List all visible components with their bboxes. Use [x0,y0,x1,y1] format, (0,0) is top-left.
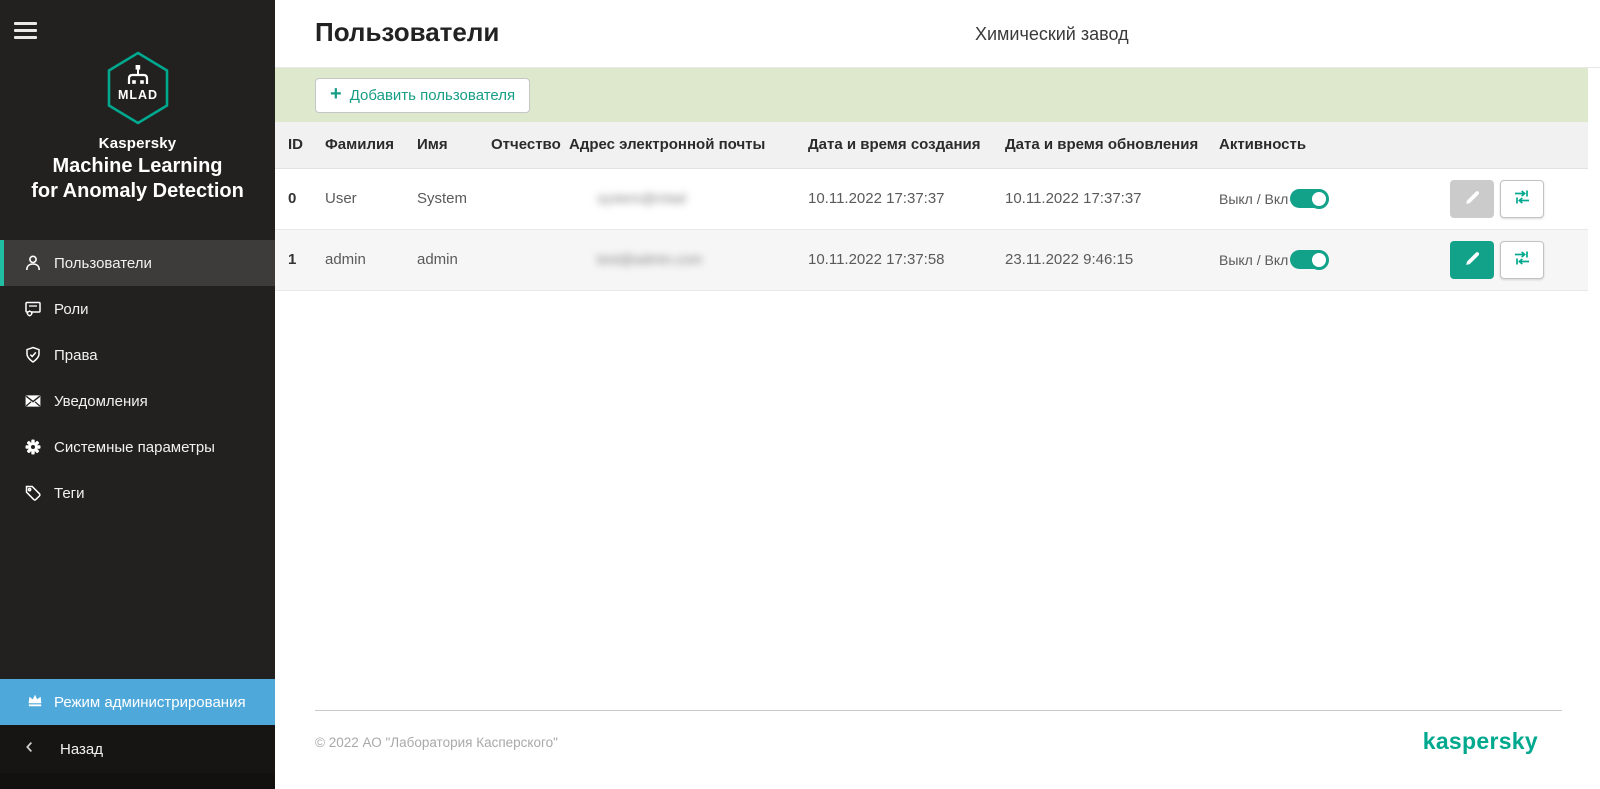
col-first-name: Имя [417,122,491,168]
plus-icon: + [330,84,342,104]
col-created: Дата и время создания [808,122,1005,168]
sidebar-item-label: Пользователи [54,255,152,272]
table-row: 0 User System system@mlad 10.11.2022 17:… [275,168,1588,229]
kaspersky-logo: kaspersky [1423,728,1538,755]
toolbar: + Добавить пользователя [275,68,1588,122]
cell-activity: Выкл / Вкл [1219,168,1367,229]
app-window: MLAD Kaspersky Machine Learning for Anom… [0,0,1600,789]
tag-icon [24,484,42,502]
cell-last-name: User [325,168,417,229]
back-label: Назад [60,741,103,758]
sidebar-item-system-settings[interactable]: Системные параметры [0,424,275,470]
sidebar-item-rights[interactable]: Права [0,332,275,378]
col-last-name: Фамилия [325,122,417,168]
cell-created: 10.11.2022 17:37:37 [808,168,1005,229]
cell-middle-name [491,229,569,290]
brand-name: Kaspersky [99,135,177,152]
sidebar-item-label: Теги [54,485,85,502]
reset-password-button[interactable] [1500,180,1544,218]
roles-icon [24,300,42,318]
mail-icon [24,392,42,410]
activity-label: Выкл / Вкл [1219,252,1288,268]
footer-divider [315,710,1562,711]
cell-updated: 10.11.2022 17:37:37 [1005,168,1219,229]
table-row: 1 admin admin test@admin.com 10.11.2022 … [275,229,1588,290]
pencil-icon [1464,250,1481,270]
cell-id: 0 [288,168,325,229]
cell-email: system@mlad [569,168,808,229]
shield-check-icon [24,346,42,364]
swap-arrows-icon [1513,188,1531,209]
sidebar: MLAD Kaspersky Machine Learning for Anom… [0,0,275,789]
sidebar-item-notifications[interactable]: Уведомления [0,378,275,424]
add-user-button[interactable]: + Добавить пользователя [315,78,530,113]
col-middle-name: Отчество [491,122,569,168]
swap-arrows-icon [1513,249,1531,270]
hamburger-menu-icon[interactable] [0,0,275,43]
reset-password-button[interactable] [1500,241,1544,279]
gear-icon [24,438,42,456]
activity-label: Выкл / Вкл [1219,191,1288,207]
page-title: Пользователи [315,17,499,48]
edit-user-button[interactable] [1450,180,1494,218]
mlad-hexagon-logo-icon: MLAD [105,51,171,125]
table-body: 0 User System system@mlad 10.11.2022 17:… [275,168,1588,290]
col-updated: Дата и время обновления [1005,122,1219,168]
cell-id: 1 [288,229,325,290]
activity-toggle[interactable] [1290,250,1327,269]
col-email: Адрес электронной почты [569,122,808,168]
cell-actions [1367,168,1588,229]
sidebar-item-label: Права [54,347,98,364]
users-table: ID Фамилия Имя Отчество Адрес электронно… [275,122,1588,291]
cell-first-name: admin [417,229,491,290]
footer: © 2022 АО "Лаборатория Касперского" kasp… [275,710,1600,789]
cell-email: test@admin.com [569,229,808,290]
crown-icon [26,691,44,713]
cell-updated: 23.11.2022 9:46:15 [1005,229,1219,290]
sidebar-item-tags[interactable]: Теги [0,470,275,516]
edit-user-button[interactable] [1450,241,1494,279]
sidebar-item-roles[interactable]: Роли [0,286,275,332]
sidebar-nav: Пользователи Роли [0,240,275,516]
product-name: Machine Learning for Anomaly Detection [31,154,244,204]
cell-middle-name [491,168,569,229]
add-user-label: Добавить пользователя [350,87,515,104]
sidebar-item-label: Системные параметры [54,439,215,456]
cell-activity: Выкл / Вкл [1219,229,1367,290]
user-icon [24,254,42,272]
admin-mode-label: Режим администрирования [54,694,246,711]
cell-first-name: System [417,168,491,229]
project-name: Химический завод [975,24,1129,45]
pencil-icon [1464,189,1481,209]
col-activity: Активность [1219,122,1367,168]
table-header-row: ID Фамилия Имя Отчество Адрес электронно… [275,122,1588,168]
sidebar-item-label: Уведомления [54,393,148,410]
page-header: Пользователи Химический завод [275,0,1600,68]
col-id: ID [288,122,325,168]
back-button[interactable]: Назад [0,725,275,773]
cell-actions [1367,229,1588,290]
chevron-left-icon [22,739,38,759]
admin-mode-button[interactable]: Режим администрирования [0,679,275,725]
sidebar-item-users[interactable]: Пользователи [0,240,275,286]
product-logo: MLAD Kaspersky Machine Learning for Anom… [0,51,275,204]
sidebar-item-label: Роли [54,301,89,318]
svg-text:MLAD: MLAD [117,88,157,102]
activity-toggle[interactable] [1290,189,1327,208]
cell-created: 10.11.2022 17:37:58 [808,229,1005,290]
cell-last-name: admin [325,229,417,290]
main-content: Пользователи Химический завод + Добавить… [275,0,1600,789]
copyright-text: © 2022 АО "Лаборатория Касперского" [315,735,558,750]
